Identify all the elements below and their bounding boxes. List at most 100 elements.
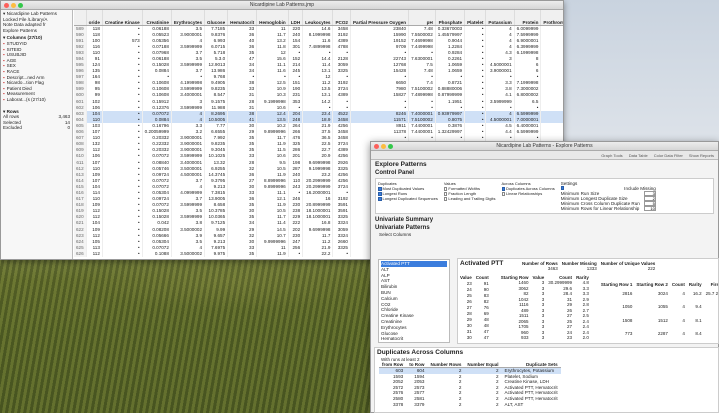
table-cell[interactable]: •	[102, 250, 143, 257]
column-header: from Row	[379, 362, 407, 368]
table-cell[interactable]: 0.87999999	[435, 92, 466, 99]
table-cell[interactable]: 3.5000002	[171, 250, 206, 257]
column-header: Number Equal	[464, 362, 502, 368]
table-cell: 1050	[622, 304, 633, 310]
table-row[interactable]: 773 2287 4 8.426 27 29	[599, 327, 718, 340]
column-header[interactable]: Erythrocytes	[171, 10, 206, 26]
table-row[interactable]: 3378 3379 2 2 ALT, AST	[379, 402, 561, 408]
option-checkbox[interactable]: Linear Relationships	[501, 191, 555, 196]
option-checkbox[interactable]: Leading and Trailing Digits	[443, 196, 496, 201]
checkbox-icon[interactable]	[501, 192, 506, 196]
toolbar-button[interactable]: Color Data Filter	[654, 153, 683, 158]
column-header[interactable]: Creatine Kinase	[102, 10, 143, 26]
table-cell[interactable]: 0.33670003	[435, 25, 466, 32]
table-cell[interactable]: 7.4899998	[408, 92, 436, 99]
table-cell: 30	[466, 334, 472, 340]
table-cell: 2816	[622, 291, 633, 297]
table-cell[interactable]: 6.3999999	[514, 43, 542, 50]
table-cell[interactable]: 0.1088	[142, 250, 172, 257]
table-cell[interactable]: 4.5000001	[485, 116, 515, 123]
table-cell[interactable]: 6.1999998	[514, 49, 542, 56]
column-header[interactable]: Protein	[514, 10, 542, 26]
column-header[interactable]: PCO2	[332, 10, 351, 26]
table-row[interactable]: 1050 1055 4 9.426.22 22 22	[599, 300, 718, 313]
table-cell[interactable]: 6.9000001	[514, 37, 542, 44]
table-cell: 16.2	[692, 291, 702, 297]
table-row[interactable]: 933 3 23 2.0	[499, 335, 591, 341]
tree-item[interactable]: Explore Patterns	[3, 28, 70, 34]
checkbox-icon[interactable]	[560, 186, 565, 190]
table-cell[interactable]: 7.0000001	[514, 116, 542, 123]
column-header[interactable]: Creatinine	[142, 10, 172, 26]
table-cell[interactable]: 7.5100002	[408, 116, 436, 123]
column-header[interactable]: Partial Pressure Oxygen	[350, 10, 410, 26]
table-cell[interactable]: 0.93979997	[435, 110, 466, 117]
column-list-item[interactable]: Hemoglobin	[381, 342, 447, 343]
table-row[interactable]: 1508 1512 4 8.127 31 24	[599, 314, 718, 327]
window-titlebar[interactable]: Nicardipine Lab Patterns - Explore Patte…	[371, 142, 718, 151]
univariate-patterns-title[interactable]: Univariate Patterns	[371, 224, 718, 232]
close-icon[interactable]	[4, 3, 9, 8]
table-cell[interactable]: 7.4499998	[408, 43, 436, 50]
option-checkbox[interactable]: Longest Duplicated Sequences	[378, 196, 438, 201]
column-header[interactable]: Leukocytes	[302, 10, 334, 26]
table-cell[interactable]: 6.0099999	[514, 25, 542, 32]
table-cell: 1512	[657, 317, 668, 323]
checkbox-icon[interactable]	[378, 197, 382, 201]
column-header[interactable]: pH	[408, 10, 436, 26]
table-cell[interactable]: 20.2999999	[302, 177, 334, 184]
table-cell[interactable]: •	[288, 250, 304, 257]
close-icon[interactable]	[374, 144, 379, 149]
univariate-summary-title[interactable]: Univariate Summary	[371, 216, 718, 224]
table-cell[interactable]: 6.5999999	[514, 110, 542, 117]
column-header[interactable]: oride	[86, 10, 103, 26]
table-cell[interactable]: 7.5999999	[514, 31, 542, 38]
select-columns-label: Select Columns	[379, 232, 412, 237]
table-cell[interactable]: 1.45579997	[435, 31, 466, 38]
column-header[interactable]: Phosphate	[435, 10, 466, 26]
column-header[interactable]: Platelet	[464, 10, 487, 26]
table-cell[interactable]: 11.9	[256, 250, 289, 257]
duplicates-across-columns-title[interactable]: Duplicates Across Columns	[375, 348, 718, 357]
window-titlebar[interactable]: Nicardipine Lab Patterns.jmp	[1, 1, 563, 10]
table-cell[interactable]: 6.8000002	[514, 92, 542, 99]
toolbar-button[interactable]: Data Table	[629, 153, 648, 158]
table-cell: 4	[682, 304, 685, 310]
activated-ptt-title[interactable]: Activated PTT	[458, 259, 505, 268]
table-cell[interactable]: 7.5500002	[408, 31, 436, 38]
table-cell[interactable]: 9.975	[204, 250, 229, 257]
table-cell[interactable]: 7.4000001	[408, 110, 436, 117]
zoom-icon[interactable]	[388, 144, 393, 149]
table-cell[interactable]: 35	[227, 250, 258, 257]
table-row[interactable]: 2816 3024 4 16.225.7 29.8 29.2 28.5	[599, 287, 718, 300]
toolbar-button[interactable]: Graph Tools	[601, 153, 623, 158]
rows-stat: Excluded 0	[3, 125, 70, 131]
toolbar-button[interactable]: Show Reports	[689, 153, 714, 158]
column-header[interactable]: Hematocrit	[227, 10, 258, 26]
column-header[interactable]: LDH	[288, 10, 304, 26]
zoom-icon[interactable]	[18, 3, 23, 8]
table-cell[interactable]: 22.2	[302, 250, 334, 257]
table-row[interactable]: 30 47	[458, 334, 491, 340]
explore-patterns-title[interactable]: Explore Patterns	[371, 160, 718, 169]
checkbox-icon[interactable]	[443, 197, 448, 201]
table-cell: 4	[682, 291, 685, 297]
table-cell: ALT, AST	[504, 401, 524, 407]
table-cell: 27 31 24	[704, 314, 718, 327]
column-header[interactable]: Potassium	[485, 10, 515, 26]
table-cell: 4	[682, 331, 685, 337]
column-header[interactable]: Prothrombin Time	[540, 10, 563, 26]
table-cell[interactable]: 3.5999999	[485, 98, 515, 105]
table-cell[interactable]: 7.4699998	[408, 37, 436, 44]
column-header: Starting Row 2	[636, 282, 668, 288]
column-header[interactable]: Glucose	[204, 10, 229, 26]
column-item[interactable]: ▪ Laborat...(s (27/10)	[3, 97, 70, 103]
minimize-icon[interactable]	[381, 144, 386, 149]
setting-input[interactable]	[643, 206, 656, 211]
minimize-icon[interactable]	[11, 3, 16, 8]
table-cell[interactable]: 112	[86, 250, 103, 257]
control-panel-title[interactable]: Control Panel	[371, 169, 718, 177]
table-cell[interactable]: 626	[74, 250, 87, 257]
table-cell[interactable]: •	[332, 250, 351, 257]
column-header[interactable]: Hemoglobin	[256, 10, 289, 26]
